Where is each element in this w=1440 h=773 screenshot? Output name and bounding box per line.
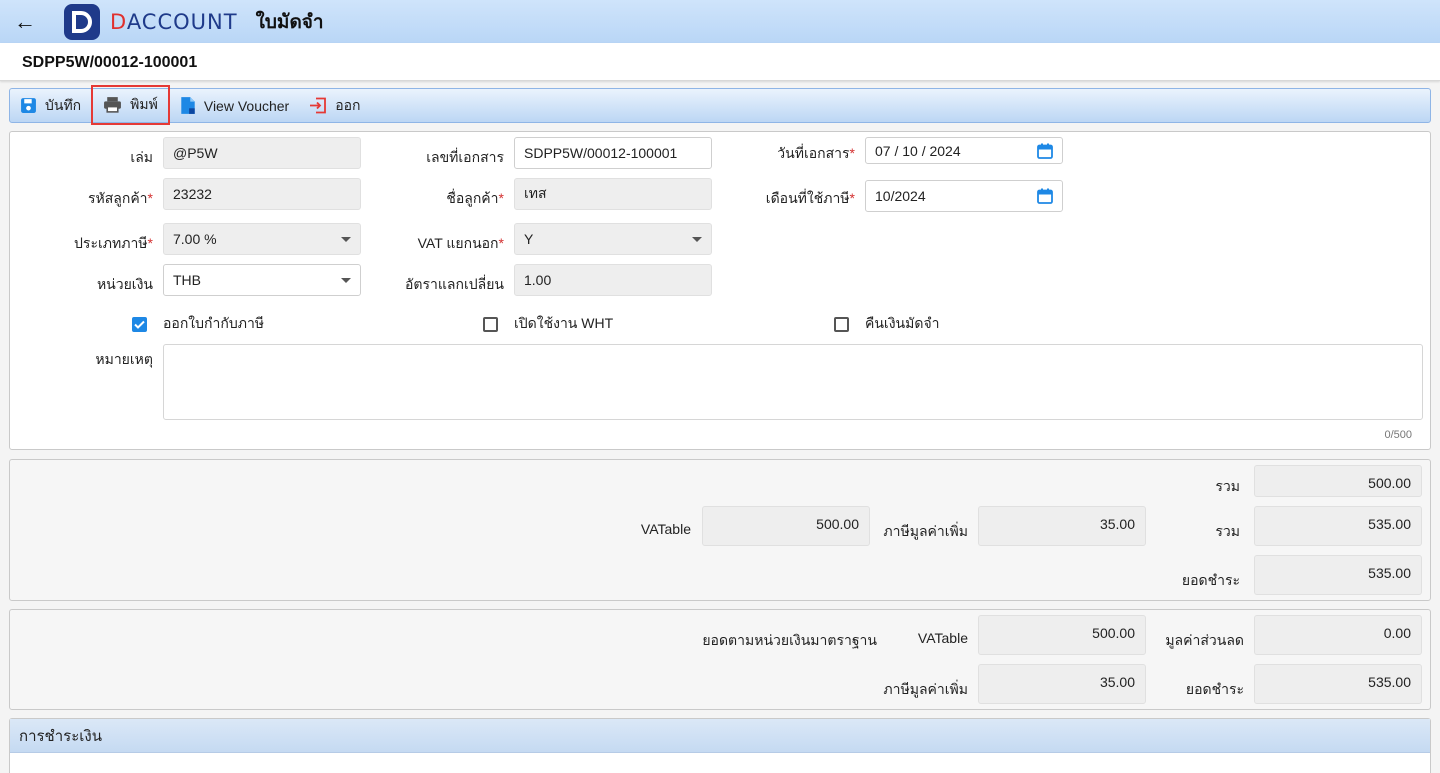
base-vatable-label: VATable [917,630,968,646]
custname-label: ชื่อลูกค้า* [446,190,504,206]
document-form-panel: เล่ม @P5W เลขที่เอกสาร SDPP5W/00012-1000… [9,131,1431,450]
dropdown-arrow-icon [341,277,351,283]
dropdown-arrow-icon [692,236,702,242]
checkbox-empty-icon [834,316,849,332]
taxmonth-label: เดือนที่ใช้ภาษี* [765,190,855,206]
dropdown-arrow-icon [341,236,351,242]
page-title: ใบมัดจำ [255,11,324,33]
currency-select[interactable]: THB [163,264,361,296]
sum2-label: รวม [1215,523,1240,539]
app-logo [64,3,100,40]
base-currency-title: ยอดตามหน่วยเงินมาตราฐาน [702,632,877,648]
checkbox-empty-icon [483,316,498,332]
print-button[interactable]: พิมพ์ [91,84,170,125]
docdate-field[interactable]: 07 / 10 / 2024 [865,137,1063,164]
custcode-label: รหัสลูกค้า* [87,190,153,206]
remark-textarea[interactable] [163,344,1423,420]
base-vatable-field: 500.00 [978,615,1146,655]
payment-panel: การชำระเงิน [9,718,1431,773]
totals-panel: รวม 500.00 VATable 500.00 ภาษีมูลค่าเพิ่… [9,459,1431,601]
custname-field: เทส [514,178,712,210]
vatsep-select[interactable]: Y [514,223,712,255]
document-icon [180,96,196,115]
pay-label: ยอดชำระ [1181,572,1240,588]
issue-tax-invoice-checkbox[interactable]: ออกใบกำกับภาษี [132,313,264,335]
toolbar: บันทึก พิมพ์ View Voucher ออก [9,84,1431,125]
base-discount-field: 0.00 [1254,615,1422,655]
remark-label: หมายเหตุ [95,351,153,367]
calendar-icon[interactable] [1037,188,1053,204]
vatable-label: VATable [640,521,691,537]
sum-field: 500.00 [1254,465,1422,497]
sum2-field: 535.00 [1254,506,1422,546]
base-currency-panel: ยอดตามหน่วยเงินมาตราฐาน VATable 500.00 ม… [9,609,1431,710]
vatable-field: 500.00 [702,506,870,546]
docdate-label: วันที่เอกสาร* [777,145,855,161]
vatsep-label: VAT แยกนอก* [417,235,504,251]
view-voucher-button[interactable]: View Voucher [170,88,299,123]
remark-counter: 0/500 [1384,429,1412,441]
currency-label: หน่วยเงิน [96,276,153,292]
base-discount-label: มูลค่าส่วนลด [1165,632,1244,648]
pay-field: 535.00 [1254,555,1422,595]
exit-icon [309,97,327,114]
book-label: เล่ม [130,149,153,165]
custcode-field: 23232 [163,178,361,210]
document-number-bar: SDPP5W/00012-100001 [0,43,1440,81]
checkbox-checked-icon [132,316,147,332]
app-header: ← DACCOUNT ใบมัดจำ [0,0,1440,43]
payment-section-header[interactable]: การชำระเงิน [10,719,1430,753]
document-number: SDPP5W/00012-100001 [22,54,198,71]
docno-label: เลขที่เอกสาร [426,149,504,165]
wht-checkbox[interactable]: เปิดใช้งาน WHT [483,313,613,335]
base-vat-label: ภาษีมูลค่าเพิ่ม [883,681,968,697]
save-button[interactable]: บันทึก [10,88,91,123]
app-name: DACCOUNT [110,9,238,34]
base-vat-field: 35.00 [978,664,1146,704]
base-pay-field: 535.00 [1254,664,1422,704]
save-icon [20,97,37,114]
taxtype-select[interactable]: 7.00 % [163,223,361,255]
exit-button[interactable]: ออก [299,88,370,123]
taxmonth-field[interactable]: 10/2024 [865,180,1063,212]
sum-label: รวม [1215,478,1240,494]
rate-field: 1.00 [514,264,712,296]
taxtype-label: ประเภทภาษี* [74,235,153,251]
refund-checkbox[interactable]: คืนเงินมัดจำ [834,313,940,335]
book-field: @P5W [163,137,361,169]
base-pay-label: ยอดชำระ [1185,681,1244,697]
vat-field: 35.00 [978,506,1146,546]
vat-label: ภาษีมูลค่าเพิ่ม [883,523,968,539]
calendar-icon[interactable] [1037,143,1053,159]
docno-field[interactable]: SDPP5W/00012-100001 [514,137,712,169]
back-arrow-icon[interactable]: ← [0,0,50,43]
printer-icon [103,96,122,113]
rate-label: อัตราแลกเปลี่ยน [405,276,504,292]
